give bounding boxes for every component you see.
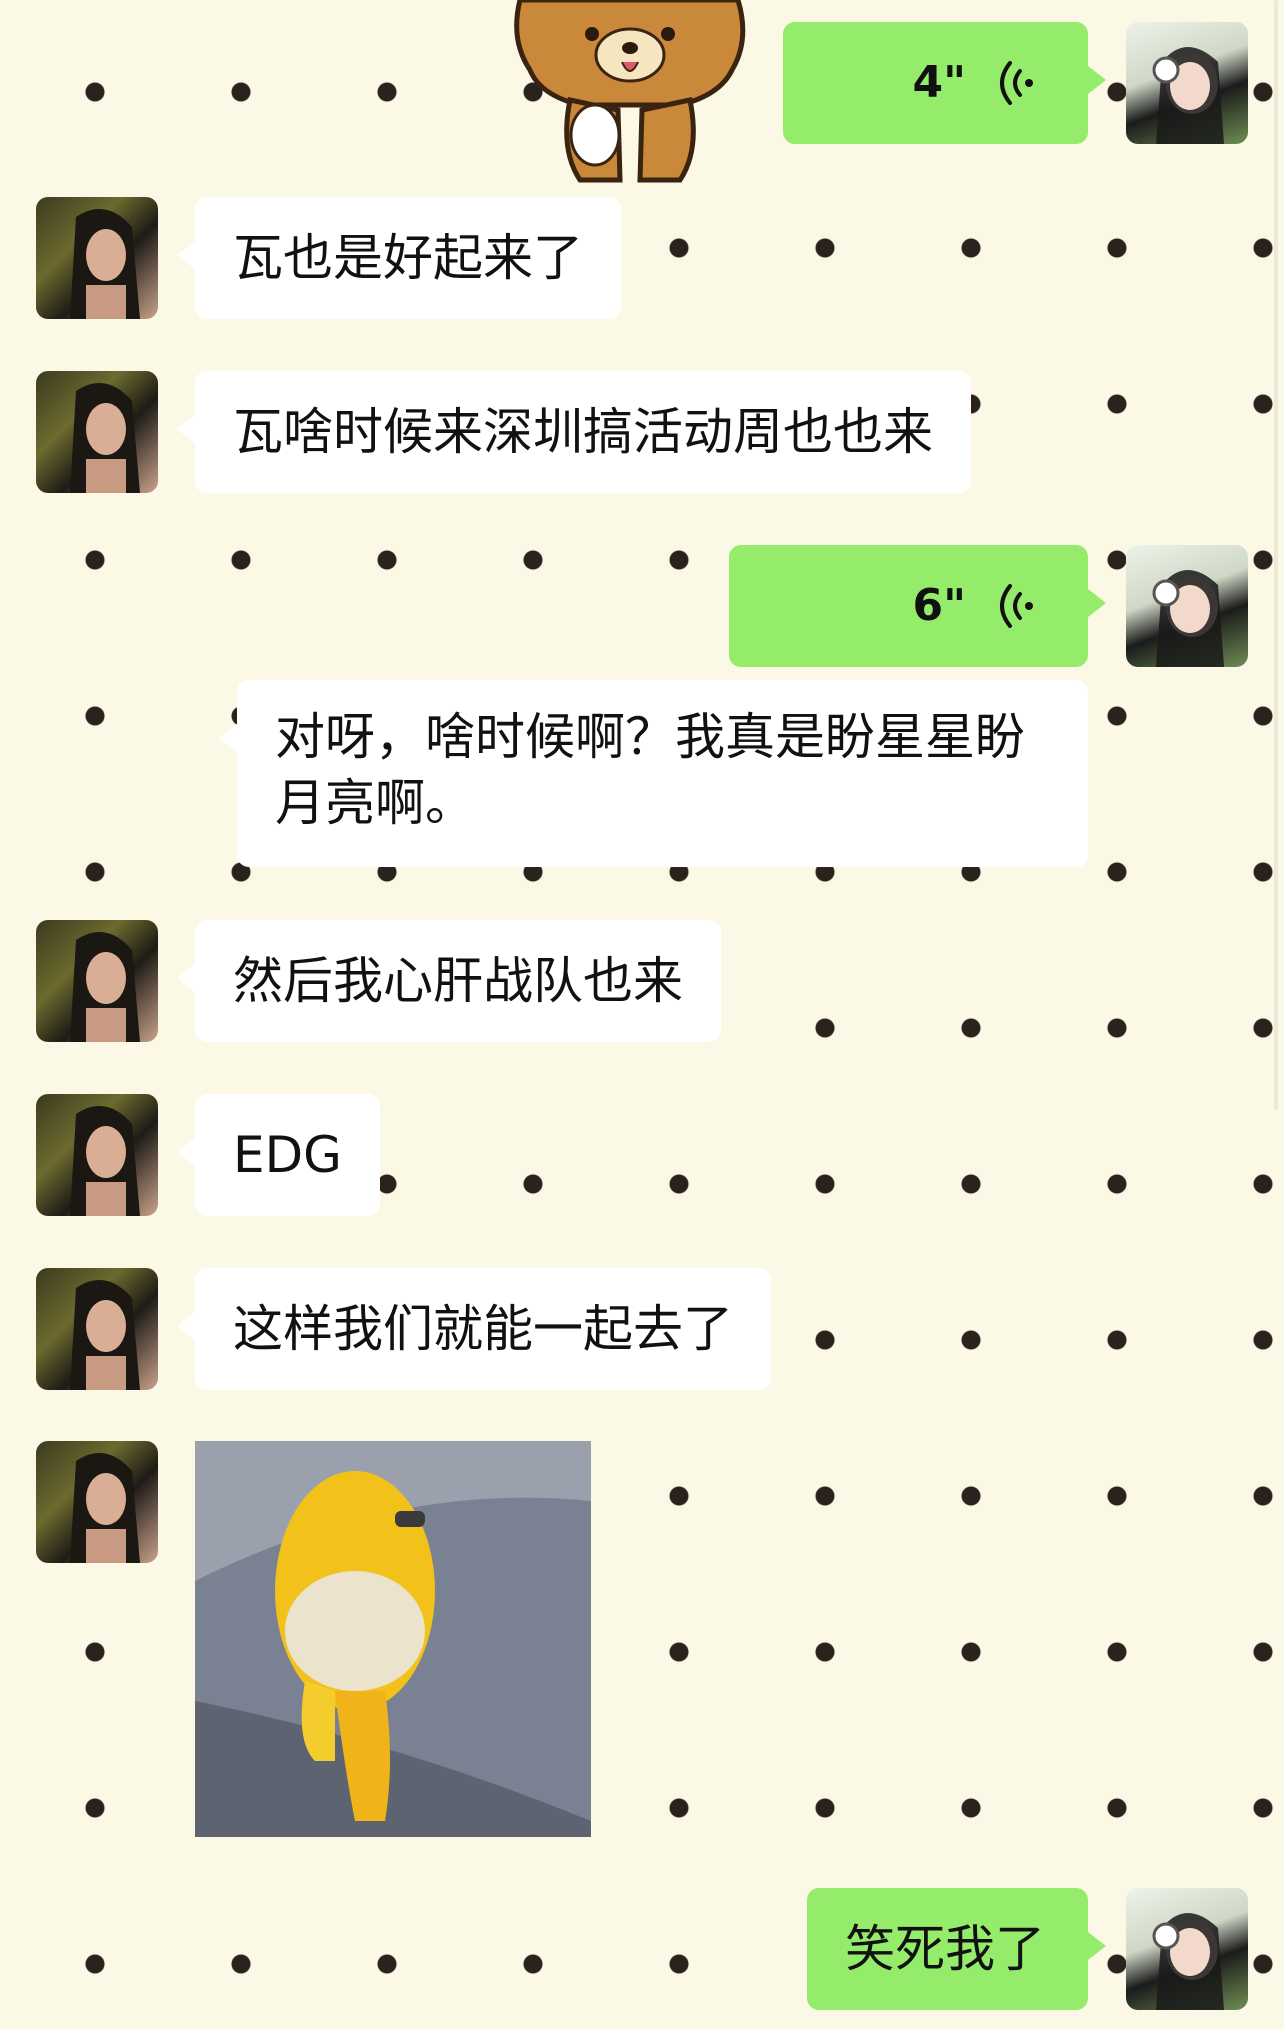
message-bubble[interactable]: 瓦也是好起来了	[177, 197, 621, 319]
avatar-contact[interactable]	[36, 1094, 158, 1216]
avatar-contact[interactable]	[36, 371, 158, 493]
voice-duration: 4"	[912, 57, 966, 108]
message-bubble[interactable]: 这样我们就能一起去了	[177, 1268, 771, 1390]
chat-area[interactable]: 4" 瓦也是好起来了 瓦啥时候来深圳搞活动周也也来 6" 对呀，啥时候啊？我真是…	[0, 0, 1284, 2029]
avatar-contact[interactable]	[36, 197, 158, 319]
avatar-contact[interactable]	[36, 920, 158, 1042]
message-bubble[interactable]: 笑死我了	[807, 1888, 1106, 2010]
message-bubble[interactable]: 瓦啥时候来深圳搞活动周也也来	[177, 371, 971, 493]
avatar-contact[interactable]	[36, 1441, 158, 1563]
voice-duration: 6"	[912, 580, 966, 631]
message-bubble[interactable]: 对呀，啥时候啊？我真是盼星星盼月亮啊。	[219, 680, 1088, 867]
yellow-duck-sticker-image[interactable]	[195, 1441, 591, 1837]
message-bubble[interactable]: 然后我心肝战队也来	[177, 920, 721, 1042]
avatar-self[interactable]	[1126, 545, 1248, 667]
voice-wave-icon	[1000, 584, 1033, 628]
message-bubble[interactable]: EDG	[177, 1094, 380, 1216]
avatar-contact[interactable]	[36, 1268, 158, 1390]
avatar-self[interactable]	[1126, 22, 1248, 144]
voice-message-bubble[interactable]: 6"	[729, 545, 1106, 667]
voice-message-bubble[interactable]: 4"	[783, 22, 1106, 144]
voice-wave-icon	[1000, 61, 1033, 105]
bear-sticker[interactable]	[500, 0, 760, 190]
scrollbar[interactable]	[1274, 0, 1278, 1110]
avatar-self[interactable]	[1126, 1888, 1248, 2010]
